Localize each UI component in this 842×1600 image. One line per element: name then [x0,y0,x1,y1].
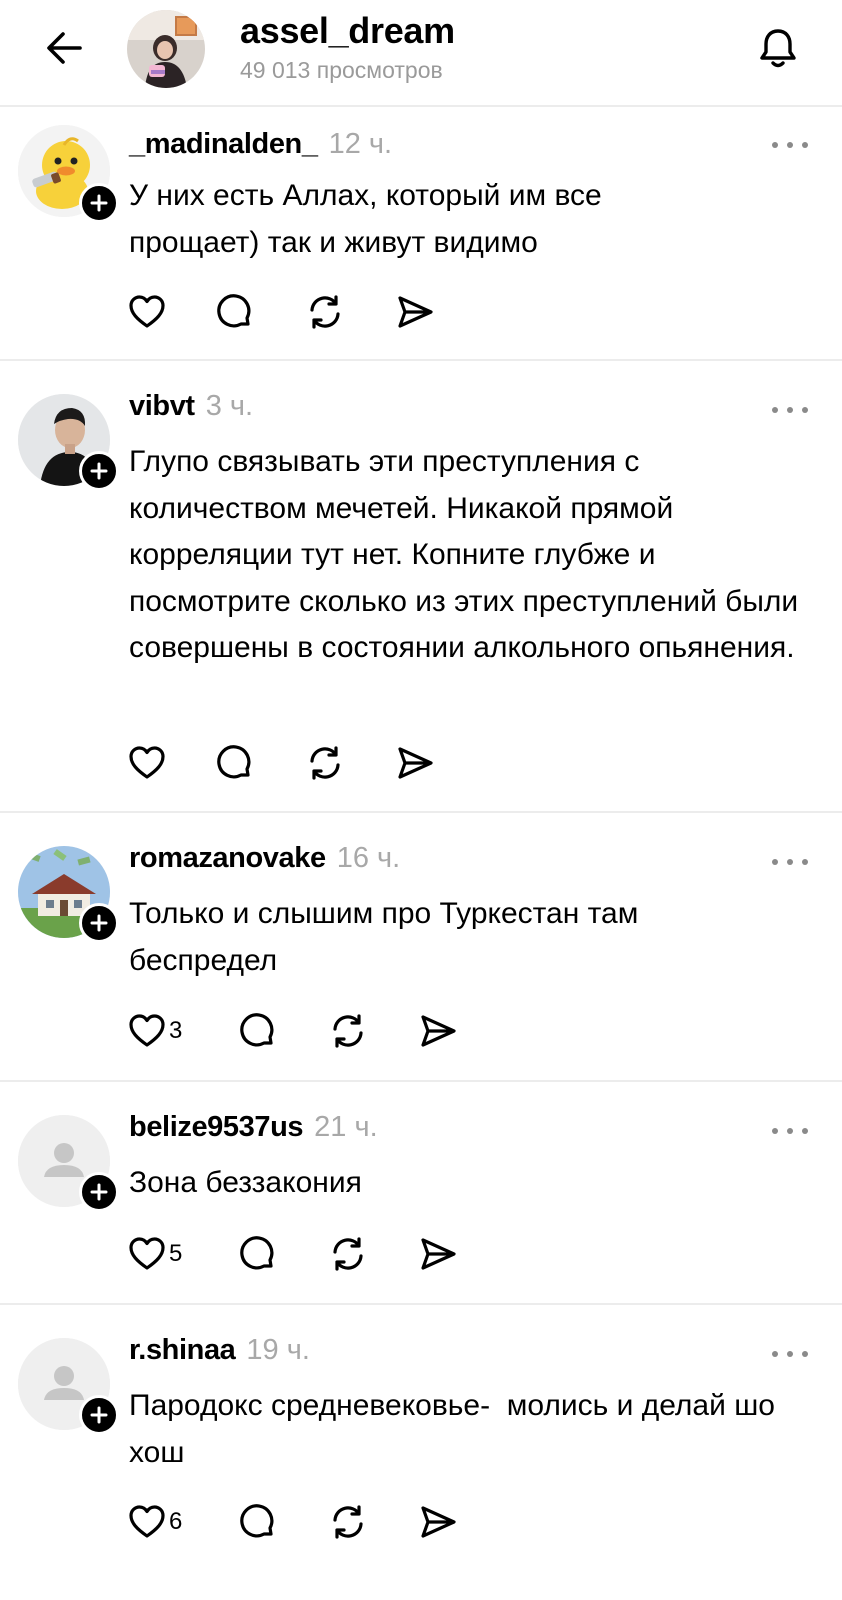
top-bar: assel_dream 49 013 просмотров [0,0,842,107]
heart-icon [129,295,165,328]
send-icon [421,1015,456,1047]
more-options-button[interactable] [772,1347,808,1361]
comment-time: 19 ч. [246,1334,310,1366]
send-icon [421,1506,456,1538]
reply-button[interactable] [215,741,305,785]
repost-button[interactable] [305,741,395,785]
views-count: 49 013 просмотров [240,57,443,83]
more-options-button[interactable] [772,403,808,417]
comment-meta: romazanovake 16 ч. [129,842,400,882]
more-options-button[interactable] [772,138,808,152]
more-options-button[interactable] [772,855,808,869]
like-button[interactable]: 5 [127,1232,238,1276]
comment-time: 3 ч. [205,390,254,422]
follow-button[interactable] [79,1395,119,1435]
arrow-left-icon [47,32,82,64]
author-photo [127,10,205,88]
share-button[interactable] [418,1009,458,1053]
reply-button[interactable] [238,1232,328,1276]
comment-bubble-icon [217,294,251,328]
heart-icon [129,1237,165,1270]
plus-icon [90,194,108,212]
comment-text: У них есть Аллах, который им все прощает… [129,179,602,259]
back-button[interactable] [38,22,90,74]
more-options-button[interactable] [772,1124,808,1138]
comment-actions: 5 [127,1232,458,1276]
comment-actions [127,290,435,334]
comment-text: Только и слышим про Туркестан там беспре… [129,897,639,977]
follow-button[interactable] [79,903,119,943]
repost-button[interactable] [328,1009,418,1053]
share-button[interactable] [418,1500,458,1544]
repost-button[interactable] [328,1232,418,1276]
like-button[interactable]: 3 [127,1009,238,1053]
comment-actions: 3 [127,1009,458,1053]
follow-button[interactable] [79,451,119,491]
comment-time: 21 ч. [314,1111,378,1143]
comment-item: romazanovake 16 ч. Только и слышим про Т… [0,813,842,1082]
author-username[interactable]: assel_dream [240,10,455,52]
like-button[interactable]: 6 [127,1500,238,1544]
comment-username[interactable]: romazanovake [129,842,326,875]
comment-bubble-icon [240,1013,274,1047]
heart-icon [129,746,165,779]
reply-button[interactable] [215,290,305,334]
reply-button[interactable] [238,1500,328,1544]
comment-item: _madinalden_ 12 ч. У них есть Аллах, кот… [0,110,842,361]
share-button[interactable] [395,741,435,785]
comment-item: vibvt 3 ч. Глупо связывать эти преступле… [0,361,842,813]
comment-time: 12 ч. [328,128,393,160]
repost-button[interactable] [328,1500,418,1544]
share-button[interactable] [418,1232,458,1276]
comment-username[interactable]: vibvt [129,390,195,423]
comment-text: Глупо связывать эти преступления с колич… [129,445,799,664]
comment-username[interactable]: r.shinaa [129,1334,236,1367]
plus-icon [90,1183,108,1201]
repost-icon [333,1237,363,1271]
share-button[interactable] [395,290,435,334]
comment-meta: r.shinaa 19 ч. [129,1334,310,1374]
comment-text: Зона беззакония [129,1166,362,1199]
send-icon [398,747,433,779]
like-button[interactable] [127,290,215,334]
repost-icon [310,295,340,329]
send-icon [398,296,433,328]
comment-text: Пародокс средневековье- молись и делай ш… [129,1389,784,1469]
heart-icon [129,1014,165,1047]
comment-item: belize9537us 21 ч. Зона беззакония 5 [0,1082,842,1305]
notifications-button[interactable] [752,22,804,74]
like-count: 6 [169,1508,183,1535]
comment-actions: 6 [127,1500,458,1544]
heart-icon [129,1505,165,1538]
repost-icon [333,1014,363,1048]
bell-icon [760,29,796,68]
send-icon [421,1238,456,1270]
reply-button[interactable] [238,1009,328,1053]
comment-meta: _madinalden_ 12 ч. [129,128,392,168]
comment-username[interactable]: belize9537us [129,1111,304,1144]
comment-bubble-icon [240,1236,274,1270]
repost-icon [310,746,340,780]
plus-icon [90,914,108,932]
comment-username[interactable]: _madinalden_ [129,128,318,161]
repost-button[interactable] [305,290,395,334]
comment-bubble-icon [240,1504,274,1538]
comment-time: 16 ч. [336,842,401,874]
like-count: 5 [169,1240,183,1267]
comment-meta: vibvt 3 ч. [129,390,253,430]
follow-button[interactable] [79,183,119,223]
comment-meta: belize9537us 21 ч. [129,1111,378,1151]
plus-icon [90,462,108,480]
follow-button[interactable] [79,1172,119,1212]
comment-actions [127,741,435,785]
plus-icon [90,1406,108,1424]
repost-icon [333,1505,363,1539]
like-count: 3 [169,1017,183,1044]
like-button[interactable] [127,741,215,785]
comment-item: r.shinaa 19 ч. Пародокс средневековье- м… [0,1305,842,1600]
author-avatar[interactable] [127,10,205,88]
comment-bubble-icon [217,745,251,779]
